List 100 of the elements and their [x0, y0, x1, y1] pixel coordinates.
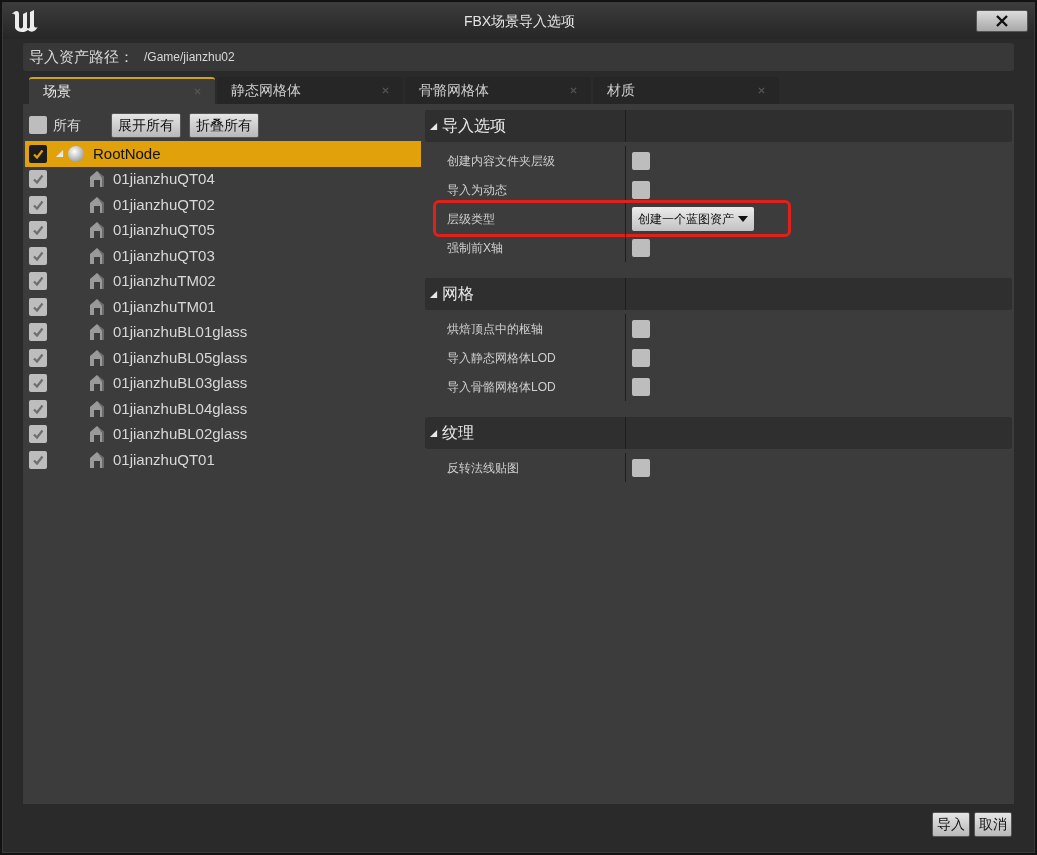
sphere-icon [67, 144, 85, 163]
checkbox[interactable] [29, 116, 47, 134]
tab[interactable]: 材质 [593, 77, 779, 104]
caret-icon [738, 215, 748, 222]
tree-row[interactable]: 01jianzhuBL05glass [25, 345, 421, 371]
hierarchy-type-dropdown[interactable]: 创建一个蓝图资产 [632, 206, 754, 231]
tab[interactable]: 骨骼网格体 [405, 77, 591, 104]
cancel-button[interactable]: 取消 [974, 812, 1012, 837]
check-icon [32, 428, 44, 441]
house-icon [89, 399, 105, 418]
check-icon [32, 377, 44, 390]
window-title: FBX场景导入选项 [463, 11, 576, 31]
section-header[interactable]: 纹理 [425, 417, 1012, 449]
checkbox[interactable] [29, 246, 47, 265]
node-label: 01jianzhuBL04glass [113, 398, 248, 419]
node-label: 01jianzhuBL02glass [113, 424, 248, 444]
section-title: 纹理 [442, 423, 474, 443]
option-label: 导入静态网格体LOD [446, 349, 557, 367]
checkbox[interactable] [632, 319, 650, 338]
expand-triangle-icon[interactable] [429, 289, 438, 299]
check-icon [32, 173, 44, 186]
tree-row[interactable]: 01jianzhuBL04glass [25, 396, 421, 422]
tab[interactable]: 静态网格体 [217, 77, 403, 104]
option-label: 创建内容文件夹层级 [446, 152, 556, 170]
tree-row[interactable]: 01jianzhuQT01 [25, 447, 421, 473]
checkbox[interactable] [29, 144, 47, 163]
path-value: /Game/jianzhu02 [144, 49, 235, 66]
expand-triangle-icon[interactable] [429, 428, 438, 438]
house-icon [89, 450, 105, 469]
check-icon [32, 198, 44, 211]
import-button[interactable]: 导入 [932, 812, 970, 837]
node-label: 01jianzhuTM02 [113, 271, 216, 291]
path-label: 导入资产路径： [29, 46, 134, 67]
checkbox[interactable] [29, 195, 47, 214]
node-label: 01jianzhuQT04 [113, 169, 215, 189]
checkbox[interactable] [29, 450, 47, 469]
house-icon [89, 221, 105, 240]
checkbox[interactable] [29, 399, 47, 418]
node-label: 01jianzhuQT02 [113, 194, 215, 215]
node-label: 01jianzhuBL05glass [113, 347, 248, 368]
option-label: 烘焙顶点中的枢轴 [446, 320, 544, 338]
tree-row[interactable]: 01jianzhuQT03 [25, 243, 421, 269]
checkbox[interactable] [632, 238, 650, 257]
checkbox[interactable] [29, 374, 47, 393]
check-icon [32, 224, 44, 237]
tree-row[interactable]: 01jianzhuTM01 [25, 294, 421, 320]
checkbox[interactable] [29, 221, 47, 240]
checkbox[interactable] [632, 377, 650, 396]
node-label: RootNode [93, 143, 161, 164]
check-icon [32, 300, 44, 313]
collapse-all-button[interactable]: 折叠所有 [189, 112, 259, 138]
house-icon [89, 297, 105, 316]
node-label: 01jianzhuBL01glass [113, 322, 248, 342]
house-icon [89, 272, 105, 291]
check-icon [32, 326, 44, 339]
tree-row[interactable]: 01jianzhuBL02glass [25, 421, 421, 447]
house-icon [89, 425, 105, 444]
node-label: 01jianzhuQT05 [113, 220, 215, 240]
tree-row[interactable]: 01jianzhuTM02 [25, 268, 421, 294]
node-label: 01jianzhuTM01 [113, 296, 216, 317]
house-icon [89, 323, 105, 342]
node-label: 01jianzhuQT03 [113, 245, 215, 266]
checkbox[interactable] [632, 458, 650, 477]
tree-row[interactable]: 01jianzhuBL03glass [25, 370, 421, 396]
checkbox[interactable] [29, 348, 47, 367]
tree-row[interactable]: 01jianzhuBL01glass [25, 319, 421, 345]
checkbox[interactable] [29, 323, 47, 342]
checkbox[interactable] [632, 151, 650, 170]
section-title: 导入选项 [442, 116, 506, 136]
tree-row[interactable]: 01jianzhuQT02 [25, 192, 421, 218]
house-icon [89, 246, 105, 265]
check-icon [32, 453, 44, 466]
section-header[interactable]: 网格 [425, 278, 1012, 310]
tree-row[interactable]: 01jianzhuQT04 [25, 166, 421, 192]
tab[interactable]: 场景 [29, 77, 215, 104]
option-label: 反转法线贴图 [446, 459, 520, 477]
expand-all-button[interactable]: 展开所有 [111, 112, 181, 138]
tree-row[interactable]: 01jianzhuQT05 [25, 217, 421, 243]
checkbox[interactable] [29, 297, 47, 316]
checkbox[interactable] [29, 170, 47, 189]
option-label: 导入骨骼网格体LOD [446, 378, 557, 396]
check-icon [32, 147, 44, 160]
checkbox[interactable] [632, 348, 650, 367]
check-icon [32, 402, 44, 415]
check-icon [32, 351, 44, 364]
close-icon [996, 15, 1008, 27]
house-icon [89, 348, 105, 367]
checkbox[interactable] [632, 180, 650, 199]
house-icon [89, 195, 105, 214]
checkbox[interactable] [29, 425, 47, 444]
option-label: 层级类型 [446, 210, 496, 228]
option-label: 强制前X轴 [446, 239, 504, 257]
tree-row[interactable]: RootNode [25, 141, 421, 167]
expand-triangle-icon[interactable] [429, 121, 438, 131]
node-label: 01jianzhuBL03glass [113, 373, 248, 393]
house-icon [89, 170, 105, 189]
check-icon [32, 275, 44, 288]
close-button[interactable] [976, 10, 1028, 32]
checkbox[interactable] [29, 272, 47, 291]
section-header[interactable]: 导入选项 [425, 110, 1012, 142]
